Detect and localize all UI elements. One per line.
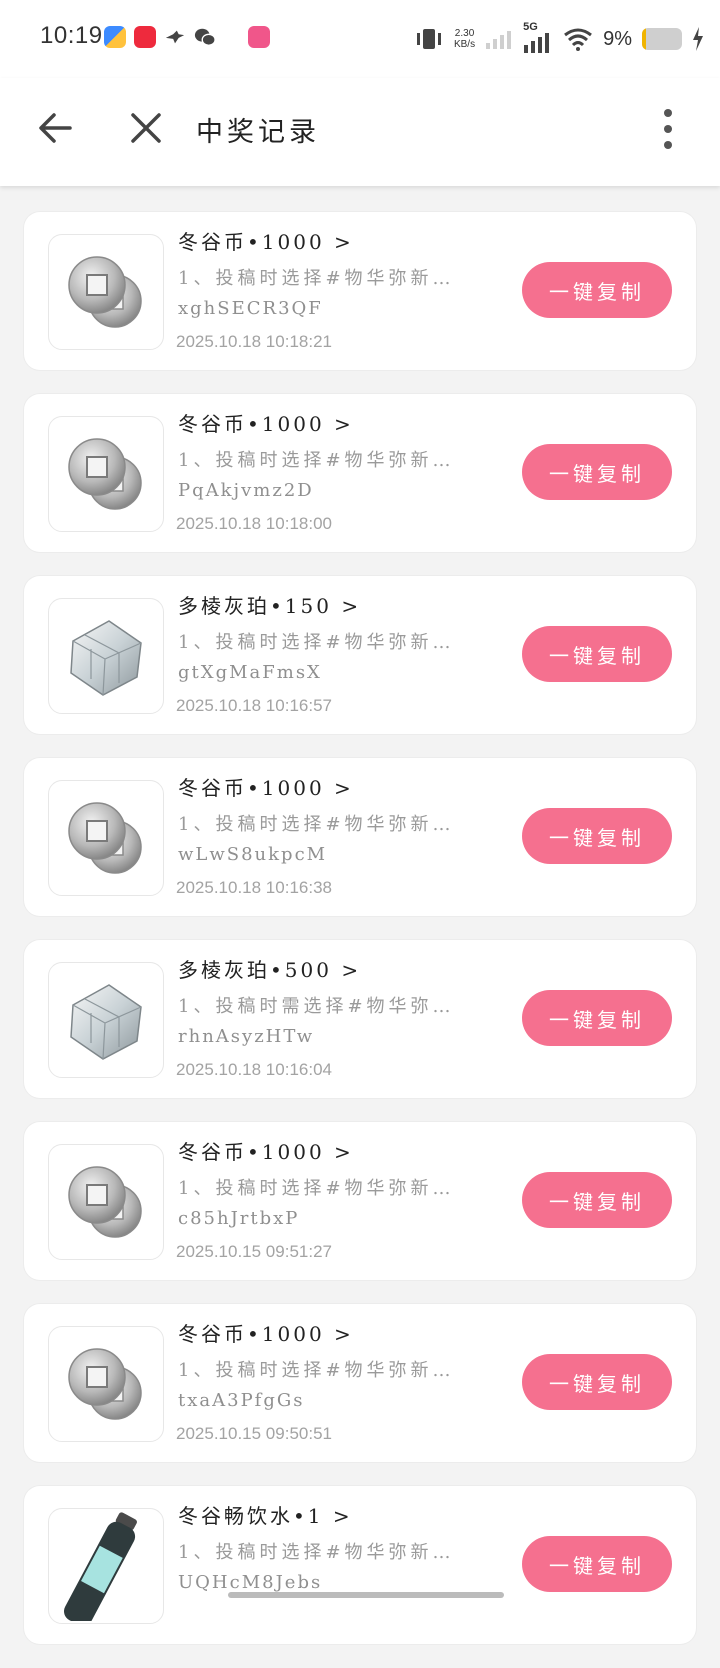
battery-percent: 9%: [603, 27, 632, 50]
more-vertical-icon[interactable]: [656, 108, 680, 150]
status-time: 10:19: [40, 22, 103, 49]
water-bottle-icon: [48, 1508, 164, 1624]
copy-code-button[interactable]: 一键复制: [522, 444, 672, 500]
net-speed-value: 2.30: [454, 28, 475, 39]
redeem-code: rhnAsyzHTw: [178, 1026, 315, 1047]
redeem-code: c85hJrtbxP: [178, 1208, 300, 1229]
coin-icon: [48, 1326, 164, 1442]
prize-description: 1、投稿时选择#物华弥新…: [178, 814, 455, 835]
record-time: 2025.10.18 10:16:57: [176, 696, 332, 715]
crystal-cube-icon: [48, 598, 164, 714]
prize-title-link[interactable]: 冬谷畅饮水•1 >: [178, 1500, 353, 1529]
prize-title-link[interactable]: 多棱灰珀•500 >: [178, 954, 361, 983]
battery-fill: [642, 28, 646, 50]
status-bar: 10:19 2.30 KB/s 5G 9%: [0, 0, 720, 78]
app-red-icon: [134, 26, 156, 48]
record-time: 2025.10.15 09:50:51: [176, 1424, 332, 1443]
prize-title-link[interactable]: 冬谷币•1000 >: [178, 408, 354, 437]
record-card[interactable]: 多棱灰珀•150 > 1、投稿时选择#物华弥新… gtXgMaFmsX 2025.10…: [24, 576, 696, 734]
page-title: 中奖记录: [196, 117, 320, 148]
record-card[interactable]: 多棱灰珀•500 > 1、投稿时需选择#物华弥… rhnAsyzHTw 2025.10…: [24, 940, 696, 1098]
record-time: 2025.10.15 09:51:27: [176, 1242, 332, 1261]
prize-title-link[interactable]: 冬谷币•1000 >: [178, 1318, 354, 1347]
prize-description: 1、投稿时需选择#物华弥…: [178, 996, 455, 1017]
record-card[interactable]: 冬谷币•1000 > 1、投稿时选择#物华弥新… xghSECR3QF 2025.10…: [24, 212, 696, 370]
crystal-cube-icon: [48, 962, 164, 1078]
record-time: 2025.10.18 10:16:38: [176, 878, 332, 897]
prize-title-link[interactable]: 冬谷币•1000 >: [178, 1136, 354, 1165]
vibrate-icon: [416, 29, 441, 49]
redeem-code: xghSECR3QF: [178, 298, 323, 319]
wifi-icon: [564, 28, 593, 51]
app-blue-icon: [104, 26, 126, 48]
top-app-bar: 中奖记录: [0, 78, 720, 186]
signal-weak-icon: [486, 31, 512, 49]
redeem-code: PqAkjvmz2D: [178, 480, 314, 501]
close-icon[interactable]: [126, 108, 166, 148]
copy-code-button[interactable]: 一键复制: [522, 262, 672, 318]
coin-icon: [48, 234, 164, 350]
copy-code-button[interactable]: 一键复制: [522, 1354, 672, 1410]
prize-title-link[interactable]: 冬谷币•1000 >: [178, 772, 354, 801]
record-card[interactable]: 冬谷畅饮水•1 > 1、投稿时选择#物华弥新… UQHcM8Jebs 一键复制: [24, 1486, 696, 1644]
redeem-code: wLwS8ukpcM: [178, 844, 328, 865]
copy-code-button[interactable]: 一键复制: [522, 990, 672, 1046]
record-time: 2025.10.18 10:18:00: [176, 514, 332, 533]
prize-description: 1、投稿时选择#物华弥新…: [178, 268, 455, 289]
prize-record-list: 冬谷币•1000 > 1、投稿时选择#物华弥新… xghSECR3QF 2025.10…: [24, 212, 696, 1668]
bird-app-icon: [165, 30, 185, 44]
record-card[interactable]: 冬谷币•1000 > 1、投稿时选择#物华弥新… PqAkjvmz2D 2025.10…: [24, 394, 696, 552]
record-card[interactable]: 冬谷币•1000 > 1、投稿时选择#物华弥新… txaA3PfgGs 2025.10…: [24, 1304, 696, 1462]
prize-description: 1、投稿时选择#物华弥新…: [178, 1178, 455, 1199]
prize-description: 1、投稿时选择#物华弥新…: [178, 1542, 455, 1563]
copy-code-button[interactable]: 一键复制: [522, 626, 672, 682]
prize-description: 1、投稿时选择#物华弥新…: [178, 632, 455, 653]
signal-5g-icon: 5G: [523, 21, 553, 53]
record-time: 2025.10.18 10:16:04: [176, 1060, 332, 1079]
coin-icon: [48, 780, 164, 896]
prize-description: 1、投稿时选择#物华弥新…: [178, 450, 455, 471]
arrow-left-icon[interactable]: [36, 108, 76, 148]
record-card[interactable]: 冬谷币•1000 > 1、投稿时选择#物华弥新… c85hJrtbxP 2025.10…: [24, 1122, 696, 1280]
home-indicator: [228, 1592, 504, 1598]
prize-description: 1、投稿时选择#物华弥新…: [178, 1360, 455, 1381]
app-pink-icon: [248, 26, 270, 48]
prize-title-link[interactable]: 多棱灰珀•150 >: [178, 590, 361, 619]
status-right-group: 2.30 KB/s 5G 9%: [414, 21, 704, 56]
net-speed-unit: KB/s: [453, 39, 476, 50]
copy-code-button[interactable]: 一键复制: [522, 1172, 672, 1228]
charging-icon: [693, 27, 703, 51]
copy-code-button[interactable]: 一键复制: [522, 1536, 672, 1592]
coin-icon: [48, 416, 164, 532]
net-speed: 2.30 KB/s: [454, 28, 475, 50]
redeem-code: UQHcM8Jebs: [178, 1572, 323, 1593]
wechat-icon: [194, 28, 216, 46]
record-time: 2025.10.18 10:18:21: [176, 332, 332, 351]
redeem-code: gtXgMaFmsX: [178, 662, 322, 683]
copy-code-button[interactable]: 一键复制: [522, 808, 672, 864]
coin-icon: [48, 1144, 164, 1260]
network-type: 5G: [523, 21, 538, 33]
redeem-code: txaA3PfgGs: [178, 1390, 305, 1411]
record-card[interactable]: 冬谷币•1000 > 1、投稿时选择#物华弥新… wLwS8ukpcM 2025.10…: [24, 758, 696, 916]
prize-title-link[interactable]: 冬谷币•1000 >: [178, 226, 354, 255]
battery-icon: [642, 28, 682, 50]
